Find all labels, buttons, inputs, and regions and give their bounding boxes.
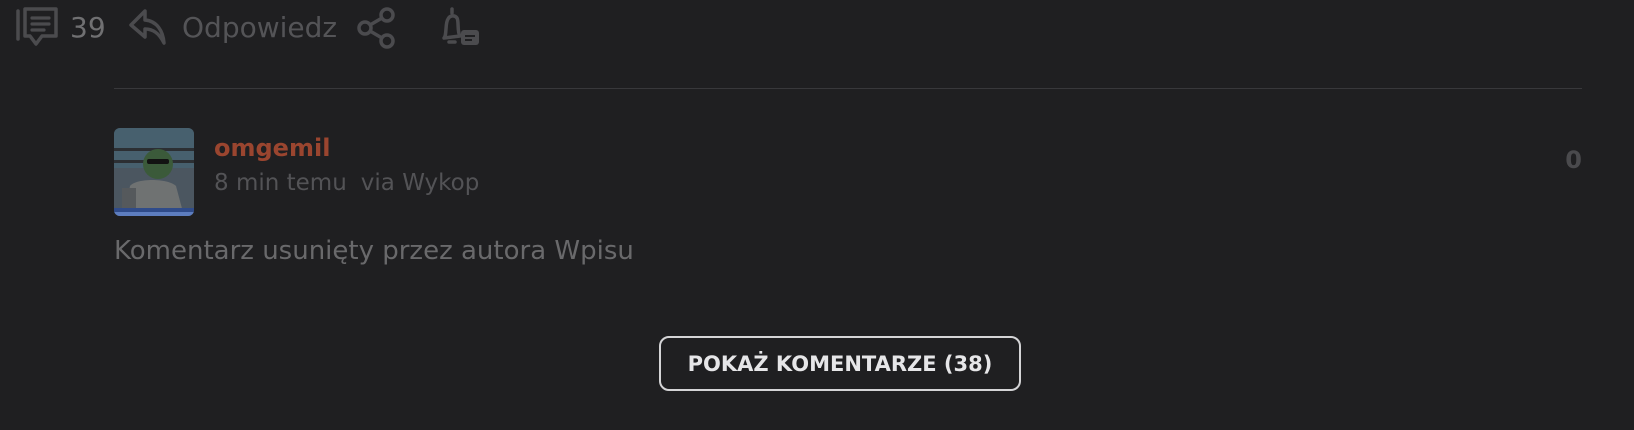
observe-button[interactable] xyxy=(440,6,484,50)
share-icon xyxy=(356,6,398,50)
comment-via[interactable]: via Wykop xyxy=(361,170,480,196)
comment-divider xyxy=(114,88,1582,89)
avatar[interactable] xyxy=(114,128,194,216)
comment-meta: 8 min temu via Wykop xyxy=(214,170,479,196)
reply-button[interactable]: Odpowiedz xyxy=(128,6,337,48)
comments-count: 39 xyxy=(70,10,106,44)
entry-actions: 39 Odpowiedz xyxy=(0,0,1634,60)
author-name[interactable]: omgemil xyxy=(214,134,330,162)
reply-label: Odpowiedz xyxy=(182,10,338,44)
reply-icon xyxy=(128,6,168,48)
bell-icon xyxy=(440,6,484,50)
comment-time[interactable]: 8 min temu xyxy=(214,170,347,196)
comment-text: Komentarz usunięty przez autora Wpisu xyxy=(114,236,634,266)
share-button[interactable] xyxy=(356,6,398,50)
show-comments-button[interactable]: POKAŻ KOMENTARZE (38) xyxy=(659,336,1021,391)
comments-counter[interactable]: 39 xyxy=(14,6,106,48)
comments-icon xyxy=(14,6,60,48)
vote-count: 0 xyxy=(1565,146,1582,174)
